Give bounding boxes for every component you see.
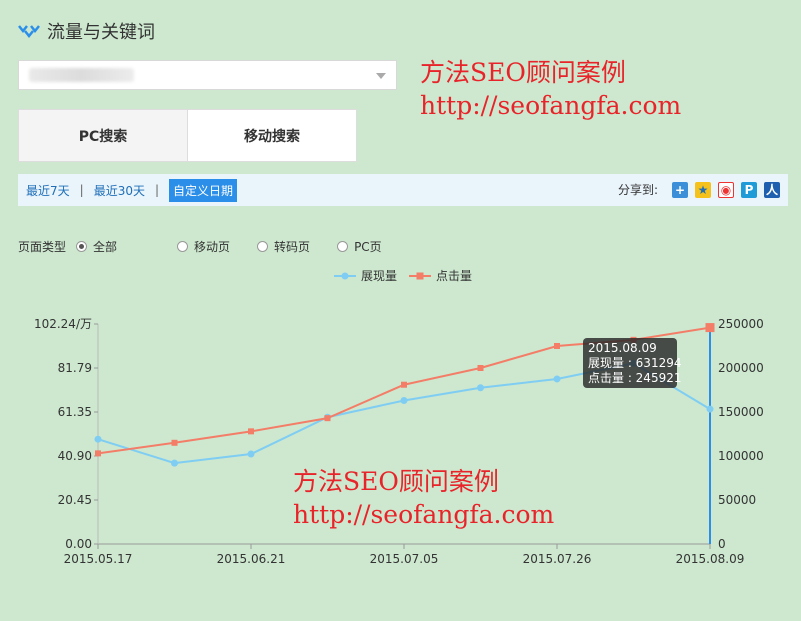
radio-dot-icon bbox=[76, 241, 88, 252]
chevron-down-icon bbox=[376, 73, 386, 79]
clicks-point bbox=[554, 343, 560, 349]
left-axis-tick-label: 102.24/万 bbox=[34, 317, 92, 331]
tab-mobile-search[interactable]: 移动搜索 bbox=[188, 110, 356, 161]
legend-clicks-label: 点击量 bbox=[436, 269, 473, 283]
legend-impressions-marker bbox=[334, 272, 356, 279]
tooltip-date: 2015.08.09 bbox=[588, 341, 657, 355]
radio-mobile-label: 移动页 bbox=[194, 240, 231, 254]
watermark-bottom: 方法SEO顾问案例 http://seofangfa.com bbox=[293, 465, 554, 531]
x-axis-tick-label: 2015.07.26 bbox=[523, 552, 592, 566]
clicks-point bbox=[171, 439, 178, 446]
p-share-icon[interactable]: P bbox=[741, 181, 757, 198]
section-title: 流量与关键词 bbox=[18, 18, 155, 44]
tooltip-impressions: 展现量 : 631294 bbox=[588, 356, 681, 370]
clicks-point bbox=[477, 365, 484, 371]
watermark-bottom-line2: http://seofangfa.com bbox=[293, 500, 555, 529]
legend-impressions-label: 展现量 bbox=[361, 269, 398, 283]
impressions-point bbox=[400, 396, 408, 404]
right-axis-tick-label: 200000 bbox=[718, 361, 764, 375]
page-type-filter: 页面类型 全部 移动页 转码页 PC页 bbox=[18, 238, 382, 255]
clicks-point bbox=[401, 381, 407, 388]
watermark-bottom-line1: 方法SEO顾问案例 bbox=[293, 467, 499, 496]
right-axis-tick-label: 100000 bbox=[718, 449, 764, 463]
impressions-point bbox=[171, 459, 178, 467]
x-axis-tick-label: 2015.06.21 bbox=[217, 552, 286, 566]
radio-pc[interactable]: PC页 bbox=[337, 238, 382, 255]
radio-dot-icon bbox=[177, 241, 189, 252]
renren-icon[interactable]: 人 bbox=[764, 181, 780, 198]
share-label: 分享到: bbox=[617, 183, 658, 197]
weibo-icon[interactable]: ◉ bbox=[718, 181, 734, 198]
watermark-top: 方法SEO顾问案例 http://seofangfa.com bbox=[420, 56, 681, 122]
radio-transcode[interactable]: 转码页 bbox=[257, 238, 310, 255]
tooltip-clicks: 点击量 : 245921 bbox=[588, 371, 681, 385]
traffic-line-chart: 0.00 20.45 40.90 61.35 81.79 102.24/万 0 50000 10… bbox=[34, 317, 764, 566]
date-last-7-days[interactable]: 最近7天 bbox=[26, 182, 70, 199]
left-axis-tick-label: 20.45 bbox=[58, 493, 92, 507]
clicks-point bbox=[705, 323, 715, 333]
left-axis-tick-label: 61.35 bbox=[58, 405, 92, 419]
radio-all[interactable]: 全部 bbox=[76, 238, 117, 255]
impressions-point bbox=[94, 435, 102, 443]
legend-clicks-marker bbox=[409, 272, 432, 279]
right-axis-tick-label: 150000 bbox=[718, 405, 764, 419]
qzone-star-icon[interactable]: ★ bbox=[695, 181, 711, 198]
impressions-point bbox=[477, 384, 484, 392]
clicks-point bbox=[248, 428, 254, 435]
right-axis-tick-label: 50000 bbox=[718, 493, 756, 507]
legend-clicks[interactable]: 点击量 bbox=[409, 267, 472, 284]
radio-dot-icon bbox=[257, 241, 269, 252]
x-axis-tick-label: 2015.07.05 bbox=[370, 552, 439, 566]
x-axis-tick-label: 2015.08.09 bbox=[676, 552, 745, 566]
search-tabs: PC搜索 移动搜索 bbox=[18, 109, 357, 162]
radio-dot-icon bbox=[337, 241, 349, 252]
plus-share-icon[interactable]: + bbox=[672, 181, 688, 198]
divider: | bbox=[79, 183, 84, 197]
divider: | bbox=[154, 183, 160, 197]
radio-transcode-label: 转码页 bbox=[274, 240, 311, 254]
site-select[interactable] bbox=[18, 60, 397, 90]
radio-all-label: 全部 bbox=[93, 240, 118, 254]
radio-pc-label: PC页 bbox=[354, 240, 382, 254]
left-axis-tick-label: 40.90 bbox=[58, 449, 92, 463]
legend-impressions[interactable]: 展现量 bbox=[334, 267, 397, 284]
double-chevron-down-icon bbox=[18, 25, 40, 38]
share-bar: 分享到: + ★ ◉ P 人 bbox=[618, 181, 780, 198]
tab-pc-search[interactable]: PC搜索 bbox=[19, 110, 188, 161]
watermark-top-line2: http://seofangfa.com bbox=[420, 91, 682, 120]
impressions-point bbox=[553, 375, 561, 383]
date-filter-bar: 最近7天 | 最近30天 | 自定义日期 分享到: + ★ ◉ P 人 bbox=[18, 174, 788, 206]
left-axis-tick-label: 81.79 bbox=[58, 361, 92, 375]
watermark-top-line1: 方法SEO顾问案例 bbox=[420, 58, 626, 87]
date-last-30-days[interactable]: 最近30天 bbox=[94, 182, 145, 199]
right-axis-tick-label: 0 bbox=[718, 537, 726, 551]
clicks-point bbox=[324, 415, 331, 422]
section-title-text: 流量与关键词 bbox=[47, 22, 155, 43]
x-axis-tick-label: 2015.05.17 bbox=[64, 552, 133, 566]
blurred-site-name bbox=[29, 68, 134, 82]
left-axis-tick-label: 0.00 bbox=[65, 537, 92, 551]
clicks-point bbox=[95, 450, 101, 457]
impressions-point bbox=[247, 450, 255, 458]
date-custom-range[interactable]: 自定义日期 bbox=[169, 178, 238, 202]
impressions-point bbox=[706, 405, 714, 413]
chart-legend: 展现量 点击量 bbox=[334, 267, 484, 284]
radio-mobile[interactable]: 移动页 bbox=[177, 238, 230, 255]
page-type-label: 页面类型 bbox=[18, 240, 67, 254]
right-axis-tick-label: 250000 bbox=[718, 317, 764, 331]
